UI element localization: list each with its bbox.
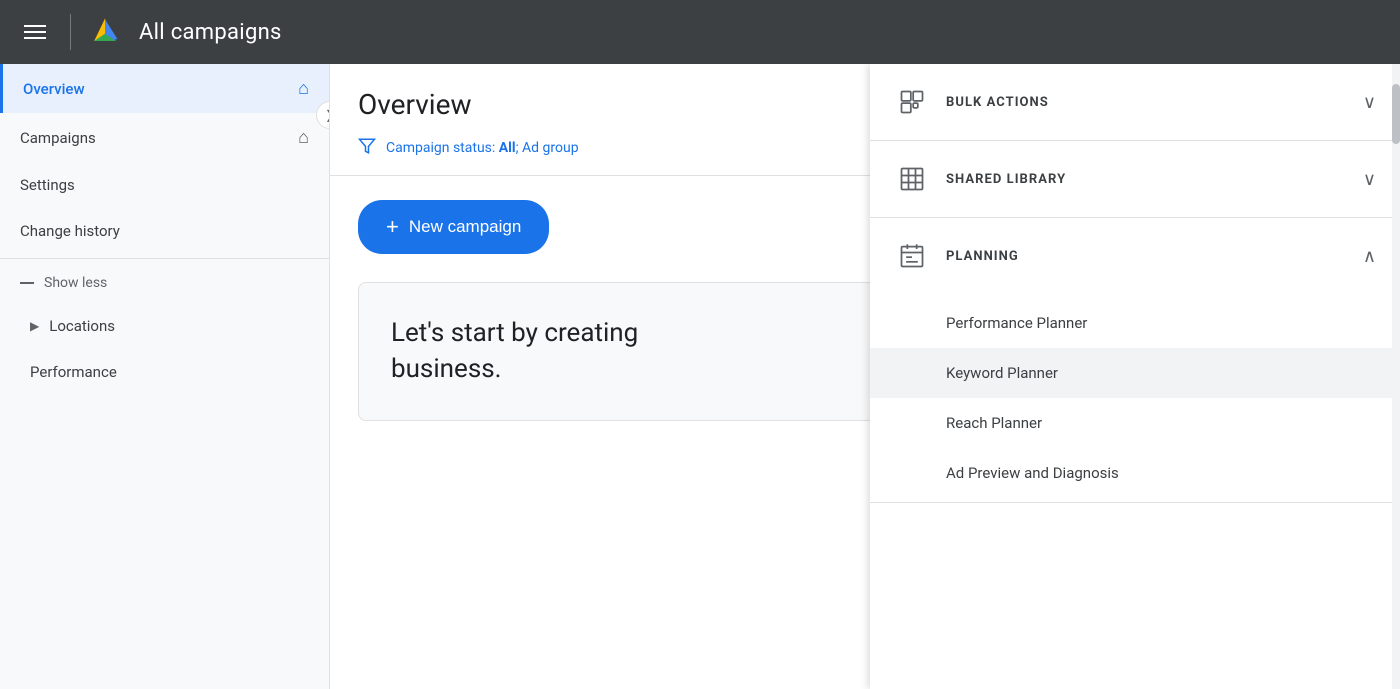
app-header: All campaigns [0,0,1400,64]
shared-library-header[interactable]: SHARED LIBRARY ∨ [870,141,1400,217]
sidebar-divider [0,258,329,259]
planning-items: Performance Planner Keyword Planner Reac… [870,294,1400,502]
menu-button[interactable] [16,17,54,47]
ad-preview-item[interactable]: Ad Preview and Diagnosis [870,448,1400,498]
filter-text: Campaign status: All; Ad group [386,140,579,156]
bulk-actions-chevron: ∨ [1363,92,1376,113]
home-icon-campaigns: ⌂ [298,127,309,148]
sidebar-item-overview[interactable]: Overview ⌂ [0,64,329,113]
bulk-actions-header[interactable]: BULK ACTIONS ∨ [870,64,1400,140]
filter-icon [358,137,376,159]
google-ads-logo [87,14,123,50]
home-icon-overview: ⌂ [298,78,309,99]
logo-icon [87,14,123,50]
sidebar: Overview ⌂ Campaigns ⌂ Settings Change h… [0,64,330,689]
reach-planner-item[interactable]: Reach Planner [870,398,1400,448]
performance-planner-item[interactable]: Performance Planner [870,298,1400,348]
sidebar-item-settings[interactable]: Settings [0,162,329,208]
arrow-right-icon: ▶ [30,319,39,333]
keyword-planner-item[interactable]: Keyword Planner [870,348,1400,398]
sidebar-item-campaigns[interactable]: Campaigns ⌂ [0,113,329,162]
scrollbar-thumb[interactable] [1392,84,1400,144]
page-title: All campaigns [139,20,282,45]
show-less-label: Show less [44,275,107,291]
new-campaign-label: New campaign [409,217,521,237]
sidebar-item-locations[interactable]: ▶ Locations [0,303,329,349]
plus-icon: + [386,214,399,240]
planning-dropdown: BULK ACTIONS ∨ [870,64,1400,689]
shared-library-title: SHARED LIBRARY [946,172,1066,187]
planning-icon [894,238,930,274]
bulk-actions-section: BULK ACTIONS ∨ [870,64,1400,141]
sidebar-item-performance[interactable]: Performance [0,349,329,395]
shared-library-chevron: ∨ [1363,169,1376,190]
new-campaign-button[interactable]: + New campaign [358,200,549,254]
main-layout: Overview ⌂ Campaigns ⌂ Settings Change h… [0,64,1400,689]
sidebar-item-change-history[interactable]: Change history [0,208,329,254]
sidebar-performance-label: Performance [30,363,117,381]
planning-chevron: ∧ [1363,246,1376,267]
planning-section: PLANNING ∧ Performance Planner Keyword P… [870,218,1400,503]
header-divider [70,14,71,50]
scrollbar-track [1392,64,1400,689]
bulk-actions-title: BULK ACTIONS [946,95,1049,110]
bulk-actions-icon [894,84,930,120]
sidebar-locations-label: Locations [49,317,115,335]
shared-library-icon [894,161,930,197]
planning-title: PLANNING [946,249,1019,264]
shared-library-section: SHARED LIBRARY ∨ [870,141,1400,218]
planning-header[interactable]: PLANNING ∧ [870,218,1400,294]
show-less-dash-icon [20,282,34,284]
show-less-button[interactable]: Show less [0,263,329,303]
